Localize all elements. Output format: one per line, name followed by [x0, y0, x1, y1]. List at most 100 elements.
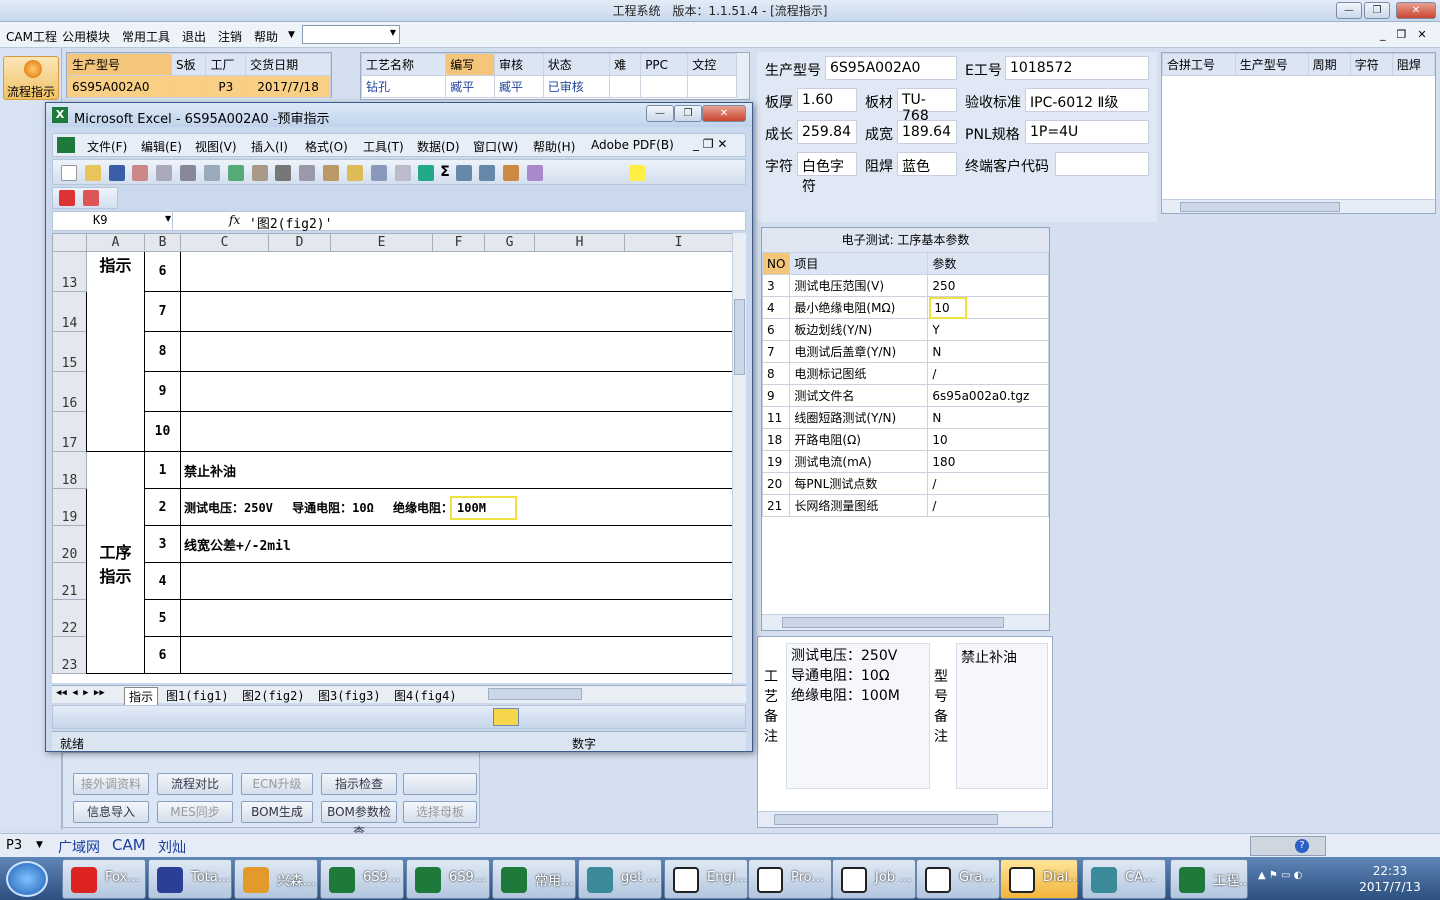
col-header[interactable]: 合拼工号: [1162, 53, 1236, 76]
cell-b[interactable]: 2: [144, 488, 181, 526]
task-gra[interactable]: Gra...: [916, 859, 1000, 899]
table-row[interactable]: 11 线圈短路测试(Y/N) N: [761, 406, 1049, 429]
excel-menu-insert[interactable]: 插入(I): [251, 138, 288, 155]
print-icon[interactable]: [180, 164, 197, 181]
col-header[interactable]: 周期: [1307, 53, 1351, 76]
tab-fig1[interactable]: 图1(fig1): [166, 687, 229, 704]
col-header[interactable]: 审核: [493, 53, 544, 76]
email-icon[interactable]: [156, 164, 173, 181]
table-row[interactable]: 6S95A002A0 P3 2017/7/18: [66, 75, 331, 98]
task-foxmail[interactable]: Fox...: [62, 859, 146, 899]
table-row[interactable]: 4 最小绝缘电阻(MΩ) 10: [761, 296, 1049, 319]
row-header[interactable]: 15: [52, 331, 87, 372]
cell-c[interactable]: [180, 636, 732, 674]
flow-indicator-button[interactable]: 流程指示: [3, 56, 59, 100]
row-header[interactable]: 16: [52, 371, 87, 412]
cell-c[interactable]: [180, 411, 732, 452]
instruction-check-button[interactable]: 指示检查: [321, 773, 397, 795]
process-note-text[interactable]: 测试电压：250V 导通电阻：10Ω 绝缘电阻：100M: [786, 643, 930, 789]
external-data-button[interactable]: 接外调资料: [73, 773, 149, 795]
excel-close-button[interactable]: ✕: [702, 105, 746, 122]
cell-b[interactable]: 6: [144, 251, 181, 292]
cell-b[interactable]: 3: [144, 525, 181, 563]
close-button[interactable]: ✕: [1396, 2, 1436, 19]
cell-b[interactable]: 10: [144, 411, 181, 452]
tab-fig2[interactable]: 图2(fig2): [242, 687, 305, 704]
scroll-thumb[interactable]: [774, 814, 998, 825]
col-header[interactable]: 状态: [542, 53, 611, 76]
col-header[interactable]: 编写: [445, 53, 495, 76]
copy-icon[interactable]: [299, 164, 316, 181]
col-header[interactable]: PPC: [640, 53, 689, 76]
chevron-down-icon[interactable]: ▼: [288, 30, 295, 40]
drawing-icon[interactable]: [527, 164, 544, 181]
row-header[interactable]: 22: [52, 599, 87, 637]
excel-menu-tools[interactable]: 工具(T): [363, 138, 404, 155]
group-process-instruction[interactable]: 工序 指示: [86, 451, 145, 674]
menu-common-module[interactable]: 公用模块: [62, 28, 110, 45]
length-field[interactable]: 259.84: [797, 120, 857, 144]
horizontal-scrollbar[interactable]: [762, 614, 1049, 630]
horizontal-scrollbar[interactable]: [758, 811, 1052, 827]
sort-asc-icon[interactable]: [455, 164, 472, 181]
col-header[interactable]: 阻焊: [1391, 53, 1436, 76]
legend-field[interactable]: 白色字符: [797, 152, 857, 195]
table-row[interactable]: 21 长网络测量图纸 /: [761, 494, 1049, 517]
info-import-button[interactable]: 信息导入: [73, 801, 149, 823]
scroll-thumb[interactable]: [1180, 202, 1340, 212]
col-header-a[interactable]: A: [86, 233, 145, 252]
col-header[interactable]: 工艺名称: [360, 53, 447, 76]
bom-generate-button[interactable]: BOM生成: [241, 801, 313, 823]
task-job[interactable]: Job ...: [832, 859, 916, 899]
col-header-e[interactable]: E: [330, 233, 433, 252]
excel-menu-window[interactable]: 窗口(W): [473, 138, 518, 155]
row-header[interactable]: 17: [52, 411, 87, 452]
menu-tools[interactable]: 常用工具: [122, 28, 170, 45]
sort-desc-icon[interactable]: [479, 164, 496, 181]
excel-menu-format[interactable]: 格式(O): [305, 138, 348, 155]
scroll-thumb[interactable]: [734, 299, 745, 375]
cell-c[interactable]: 禁止补油: [180, 451, 732, 489]
col-header[interactable]: 难: [609, 53, 642, 76]
table-row[interactable]: 8 电测标记图纸 /: [761, 362, 1049, 385]
table-row[interactable]: 9 测试文件名 6s95a002a0.tgz: [761, 384, 1049, 407]
scrollbar[interactable]: [737, 53, 749, 99]
scroll-thumb[interactable]: [782, 617, 1004, 628]
material-field[interactable]: TU-768: [897, 88, 957, 124]
autosum-icon[interactable]: Σ: [440, 164, 450, 180]
customer-code-field[interactable]: [1055, 152, 1149, 176]
row-header[interactable]: 20: [52, 525, 87, 563]
row-header[interactable]: 18: [52, 451, 87, 489]
task-dial[interactable]: Dial...: [1000, 859, 1078, 899]
cut-icon[interactable]: [275, 164, 292, 181]
status-factory[interactable]: P3: [6, 838, 22, 853]
excel-doc-controls[interactable]: _ ❐ ✕: [693, 137, 727, 151]
width-field[interactable]: 189.64: [897, 120, 957, 144]
task-cam[interactable]: CA...: [1082, 859, 1166, 899]
task-total[interactable]: Tota...: [148, 859, 232, 899]
task-common[interactable]: 常用...: [492, 859, 576, 899]
table-row[interactable]: 钻孔 臧平 臧平 已审核: [360, 75, 737, 98]
col-header[interactable]: 工厂: [205, 53, 247, 76]
name-box[interactable]: K9: [53, 212, 173, 230]
task-project[interactable]: 工程...: [1170, 859, 1248, 899]
col-header[interactable]: 生产型号: [66, 53, 173, 76]
redo-icon[interactable]: [394, 164, 411, 181]
cell-c[interactable]: [180, 562, 732, 600]
excel-menu-adobe[interactable]: Adobe PDF(B): [591, 138, 674, 152]
pnl-field[interactable]: 1P=4U: [1025, 120, 1149, 144]
start-button[interactable]: [6, 861, 48, 897]
fx-icon[interactable]: fx: [229, 213, 240, 227]
mdi-controls[interactable]: _ ❐ ✕: [1380, 26, 1427, 42]
excel-menu-help[interactable]: 帮助(H): [533, 138, 575, 155]
task-xingsen[interactable]: 兴森...: [234, 859, 318, 899]
excel-doc-icon[interactable]: [57, 137, 75, 153]
undo-icon[interactable]: [370, 164, 387, 181]
tab-instruction[interactable]: 指示: [124, 687, 159, 706]
save-icon[interactable]: [108, 164, 125, 181]
formula-input[interactable]: '图2(fig2)': [249, 213, 332, 232]
group-instruction[interactable]: 指示: [86, 251, 145, 452]
row-header[interactable]: 19: [52, 488, 87, 526]
row-header[interactable]: 21: [52, 562, 87, 600]
pdf-create-icon[interactable]: [59, 190, 75, 206]
